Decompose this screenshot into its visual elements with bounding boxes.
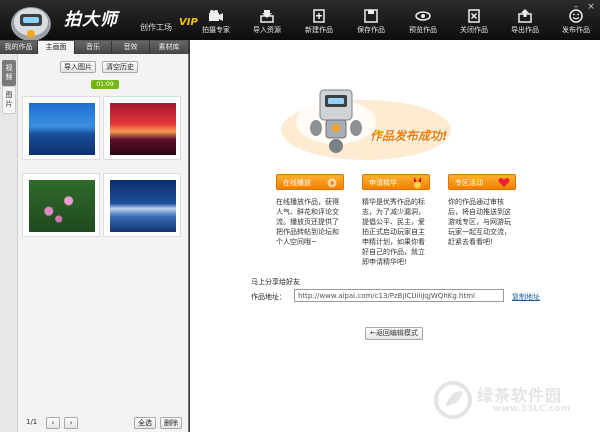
toolbar-button-preview[interactable]: 预览作品	[401, 9, 445, 39]
desc-line: 把作品转帖到论坛和	[276, 228, 339, 236]
thumbnail-image	[29, 180, 95, 232]
close-file-icon	[468, 9, 480, 23]
tab-sound-effects[interactable]: 音效	[112, 41, 150, 54]
toolbar-button-save[interactable]: 保存作品	[349, 9, 393, 39]
publish-success-title: 作品发布成功!	[370, 129, 448, 143]
tag-label: 在线播放	[283, 179, 311, 187]
prev-page-button[interactable]: ‹	[46, 417, 60, 429]
thumbnail-image	[110, 103, 176, 155]
online-play-description: 在线播放作品，获得 人气、鲜花和评论交 流。播放页还提供了 把作品转帖到论坛和 …	[276, 197, 339, 247]
medal-icon	[414, 177, 421, 189]
tab-main-screen[interactable]: 主画面	[38, 41, 75, 54]
close-window-button[interactable]: ×	[585, 2, 597, 12]
desc-line: 游戏专区，与网游玩	[448, 218, 511, 226]
toolbar-label: 拍摄专家	[202, 26, 230, 34]
delete-button[interactable]: 删除	[160, 417, 182, 429]
import-icon	[260, 10, 274, 23]
thumbnail-waterfall[interactable]	[103, 173, 181, 237]
toolbar-label: 预览作品	[409, 26, 437, 34]
duration-badge: 01:09	[91, 80, 119, 89]
toolbar-label: 导出作品	[511, 26, 539, 34]
back-to-edit-button[interactable]: ←返回编辑模式	[365, 327, 423, 340]
desc-line: 你的作品通过审核	[448, 198, 504, 206]
new-file-icon	[313, 9, 325, 23]
apply-essence-tag[interactable]: 申请精华	[362, 174, 430, 190]
thumbnail-blue-mountains[interactable]	[22, 96, 100, 160]
desc-line: 赶紧去看看吧!	[448, 238, 493, 246]
desc-line: 志，为了减少漏洞，	[362, 208, 425, 216]
apply-essence-description: 精华是优秀作品的标 志，为了减少漏洞， 提倡公平、民主，爱 拍正式启动玩家自主 …	[362, 197, 425, 267]
next-page-button[interactable]: ›	[64, 417, 78, 429]
save-icon	[364, 9, 378, 23]
toolbar-button-new[interactable]: 新建作品	[297, 9, 341, 39]
clear-history-button[interactable]: 清空历史	[102, 61, 138, 73]
toolbar-button-export[interactable]: 导出作品	[503, 9, 547, 39]
title-toolbar: 拍大师 创作工场 VIP 拍摄专家 导入资源 新建作品 保存作品 预览作品 关闭…	[0, 0, 600, 41]
share-section-title: 马上分享给好友	[251, 278, 300, 286]
preview-eye-icon	[415, 11, 431, 21]
tab-material-library[interactable]: 素材库	[150, 41, 189, 54]
vtab-image-label: 图片	[5, 91, 13, 108]
camera-icon	[209, 10, 223, 21]
tag-label: 专区活动	[455, 179, 483, 187]
pager: 1/1	[26, 418, 37, 426]
play-icon	[327, 178, 337, 188]
vtab-image[interactable]: 图片	[2, 86, 16, 114]
app-brand: 拍大师	[64, 10, 118, 30]
desc-line: 即申请精华吧!	[362, 258, 407, 266]
select-all-button[interactable]: 全选	[134, 417, 156, 429]
tag-label: 申请精华	[369, 179, 397, 187]
watermark-text: 绿茶软件园	[477, 386, 563, 405]
export-icon	[518, 9, 532, 23]
desc-line: 精华是优秀作品的标	[362, 198, 425, 206]
desc-line: 玩家一起互动交流，	[448, 228, 511, 236]
toolbar-label: 关闭作品	[460, 26, 488, 34]
main-publish-panel: 作品发布成功! 在线播放 申请精华 专区活动 在线播放作品，获得 人气、鲜花和评…	[190, 40, 600, 432]
robot-mascot-icon	[281, 89, 451, 160]
thumbnail-lotus-pond[interactable]	[22, 173, 100, 237]
import-image-button[interactable]: 导入图片	[60, 61, 96, 73]
vtab-video[interactable]: 视频	[2, 60, 16, 86]
thumbnail-image	[29, 103, 95, 155]
toolbar-button-close-work[interactable]: 关闭作品	[452, 9, 496, 39]
site-watermark: 绿茶软件园 www.33LC.com	[423, 376, 598, 432]
desc-line: 申精计划，如果你看	[362, 238, 425, 246]
toolbar-label: 新建作品	[305, 26, 333, 34]
zone-activity-description: 你的作品通过审核 后，将自动推送到这 游戏专区，与网游玩 玩家一起互动交流， 赶…	[448, 197, 511, 247]
watermark-url: www.33LC.com	[493, 404, 570, 414]
heart-icon	[498, 178, 510, 187]
thumbnail-image	[110, 180, 176, 232]
page-indicator: 1/1	[26, 418, 38, 426]
desc-line: 在线播放作品，获得	[276, 198, 339, 206]
desc-line: 好自己的作品，就立	[362, 248, 425, 256]
robot-logo-icon	[11, 7, 51, 41]
desc-line: 人气、鲜花和评论交	[276, 208, 339, 216]
desc-line: 后，将自动推送到这	[448, 208, 511, 216]
tab-my-works[interactable]: 我的作品	[0, 41, 38, 54]
minimize-button[interactable]: –	[570, 2, 582, 12]
desc-line: 拍正式启动玩家自主	[362, 228, 425, 236]
desc-line: 个人空间哦~	[276, 238, 317, 246]
zone-activity-tag[interactable]: 专区活动	[448, 174, 516, 190]
toolbar-label: 保存作品	[357, 26, 385, 34]
copy-url-link[interactable]: 复制地址	[512, 292, 540, 302]
toolbar-button-camera[interactable]: 拍摄专家	[194, 9, 238, 39]
tab-music[interactable]: 音乐	[75, 41, 112, 54]
desc-line: 流。播放页还提供了	[276, 218, 339, 226]
toolbar-label: 导入资源	[253, 26, 281, 34]
app-brand-subtitle: 创作工场	[140, 23, 172, 32]
vtab-video-label: 视频	[5, 64, 13, 81]
toolbar-button-publish[interactable]: 发布作品	[554, 9, 598, 39]
desc-line: 提倡公平、民主，爱	[362, 218, 425, 226]
toolbar-button-import[interactable]: 导入资源	[245, 9, 289, 39]
vertical-tab-bar: 视频 图片	[0, 54, 18, 432]
left-tab-bar: 我的作品 主画面 音乐 音效 素材库	[0, 40, 189, 54]
work-url-input[interactable]	[294, 289, 504, 302]
online-play-tag[interactable]: 在线播放	[276, 174, 344, 190]
work-url-label: 作品地址：	[251, 293, 286, 301]
left-panel: 我的作品 主画面 音乐 音效 素材库 视频 图片 导入图片 清空历史 01:09…	[0, 40, 189, 432]
toolbar-label: 发布作品	[562, 26, 590, 34]
thumbnail-red-sunset[interactable]	[103, 96, 181, 160]
leaf-logo-icon	[434, 381, 472, 419]
